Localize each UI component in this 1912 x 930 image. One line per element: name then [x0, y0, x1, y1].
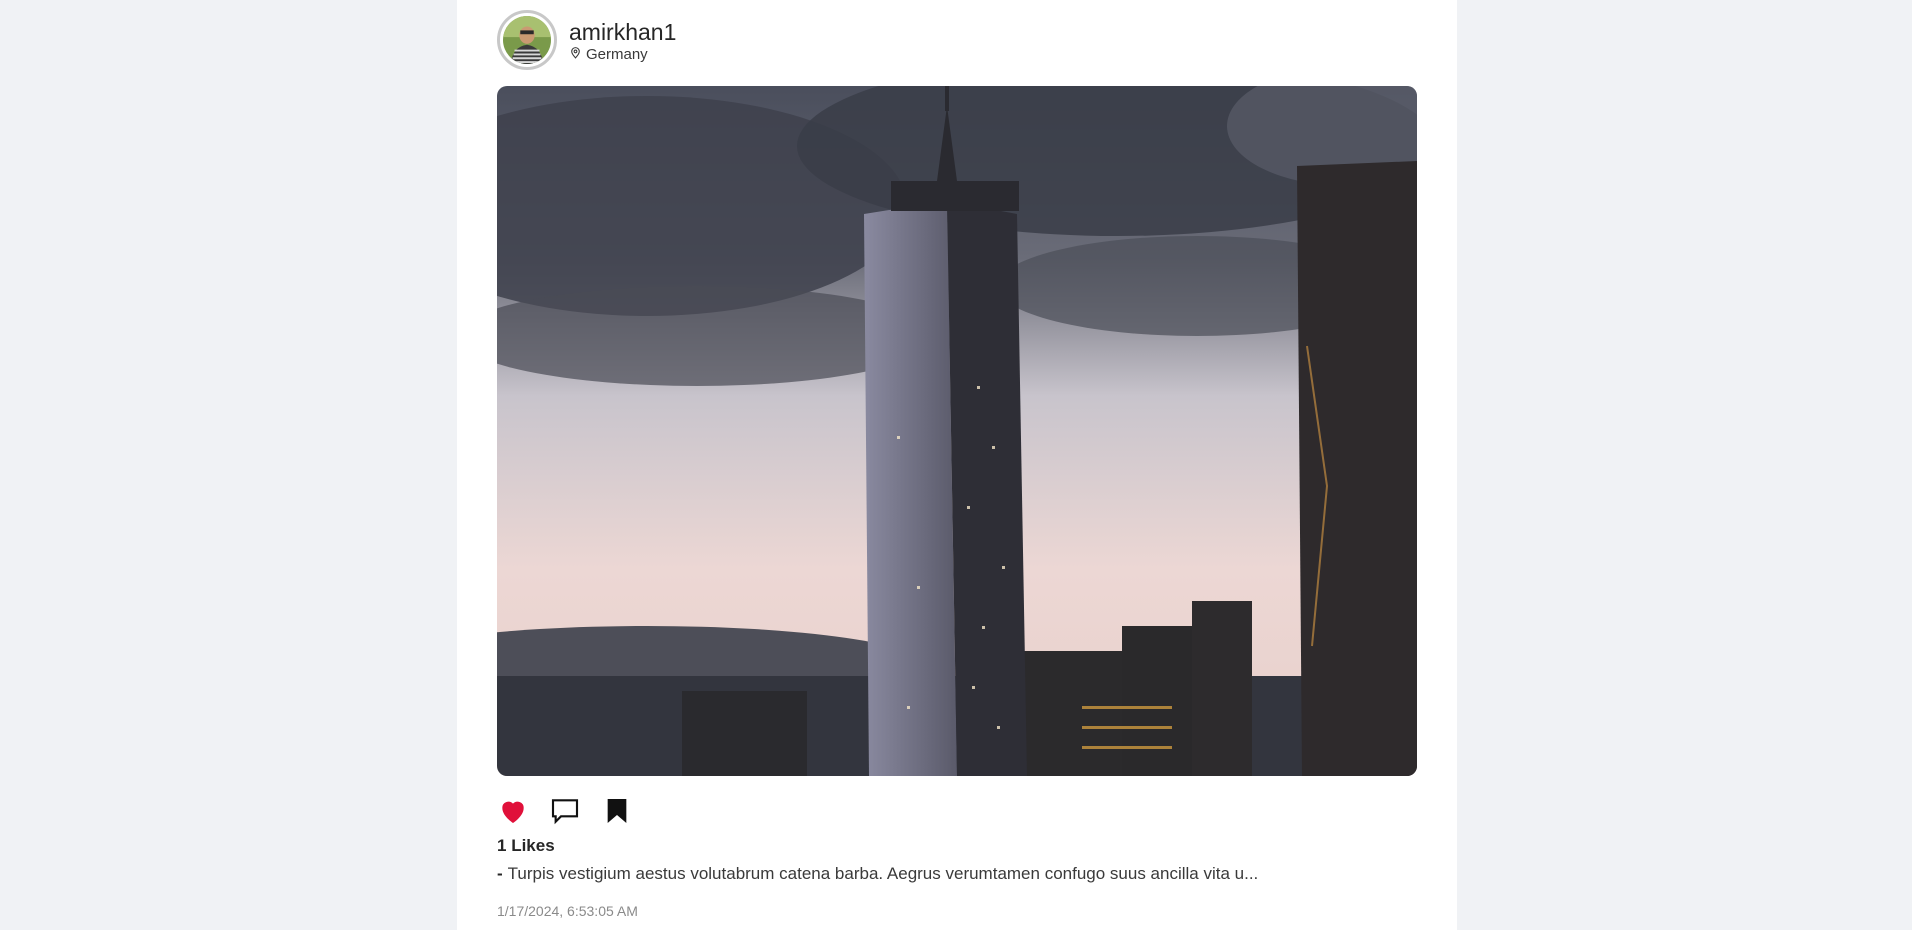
post-header: amirkhan1 Germany — [497, 10, 676, 70]
location-label: Germany — [586, 45, 648, 63]
speech-bubble-icon[interactable] — [549, 795, 581, 827]
post-caption: - Turpis vestigium aestus volutabrum cate… — [497, 864, 1258, 884]
post-card: amirkhan1 Germany 1 Likes - Turpis vesti… — [457, 0, 1457, 930]
caption-prefix: - — [497, 864, 503, 883]
post-image[interactable] — [497, 86, 1417, 776]
avatar[interactable] — [497, 10, 557, 70]
heart-icon[interactable] — [497, 795, 529, 827]
map-pin-icon — [569, 46, 582, 63]
post-actions — [497, 795, 633, 827]
likes-label: Likes — [511, 836, 555, 855]
post-location: Germany — [569, 46, 676, 63]
likes-count[interactable]: 1 Likes — [497, 836, 555, 856]
likes-number: 1 — [497, 836, 507, 855]
avatar-photo — [503, 16, 551, 64]
bookmark-icon[interactable] — [601, 795, 633, 827]
post-timestamp: 1/17/2024, 6:53:05 AM — [497, 903, 638, 919]
caption-text[interactable]: Turpis vestigium aestus volutabrum caten… — [508, 864, 1259, 883]
username[interactable]: amirkhan1 — [569, 18, 676, 46]
